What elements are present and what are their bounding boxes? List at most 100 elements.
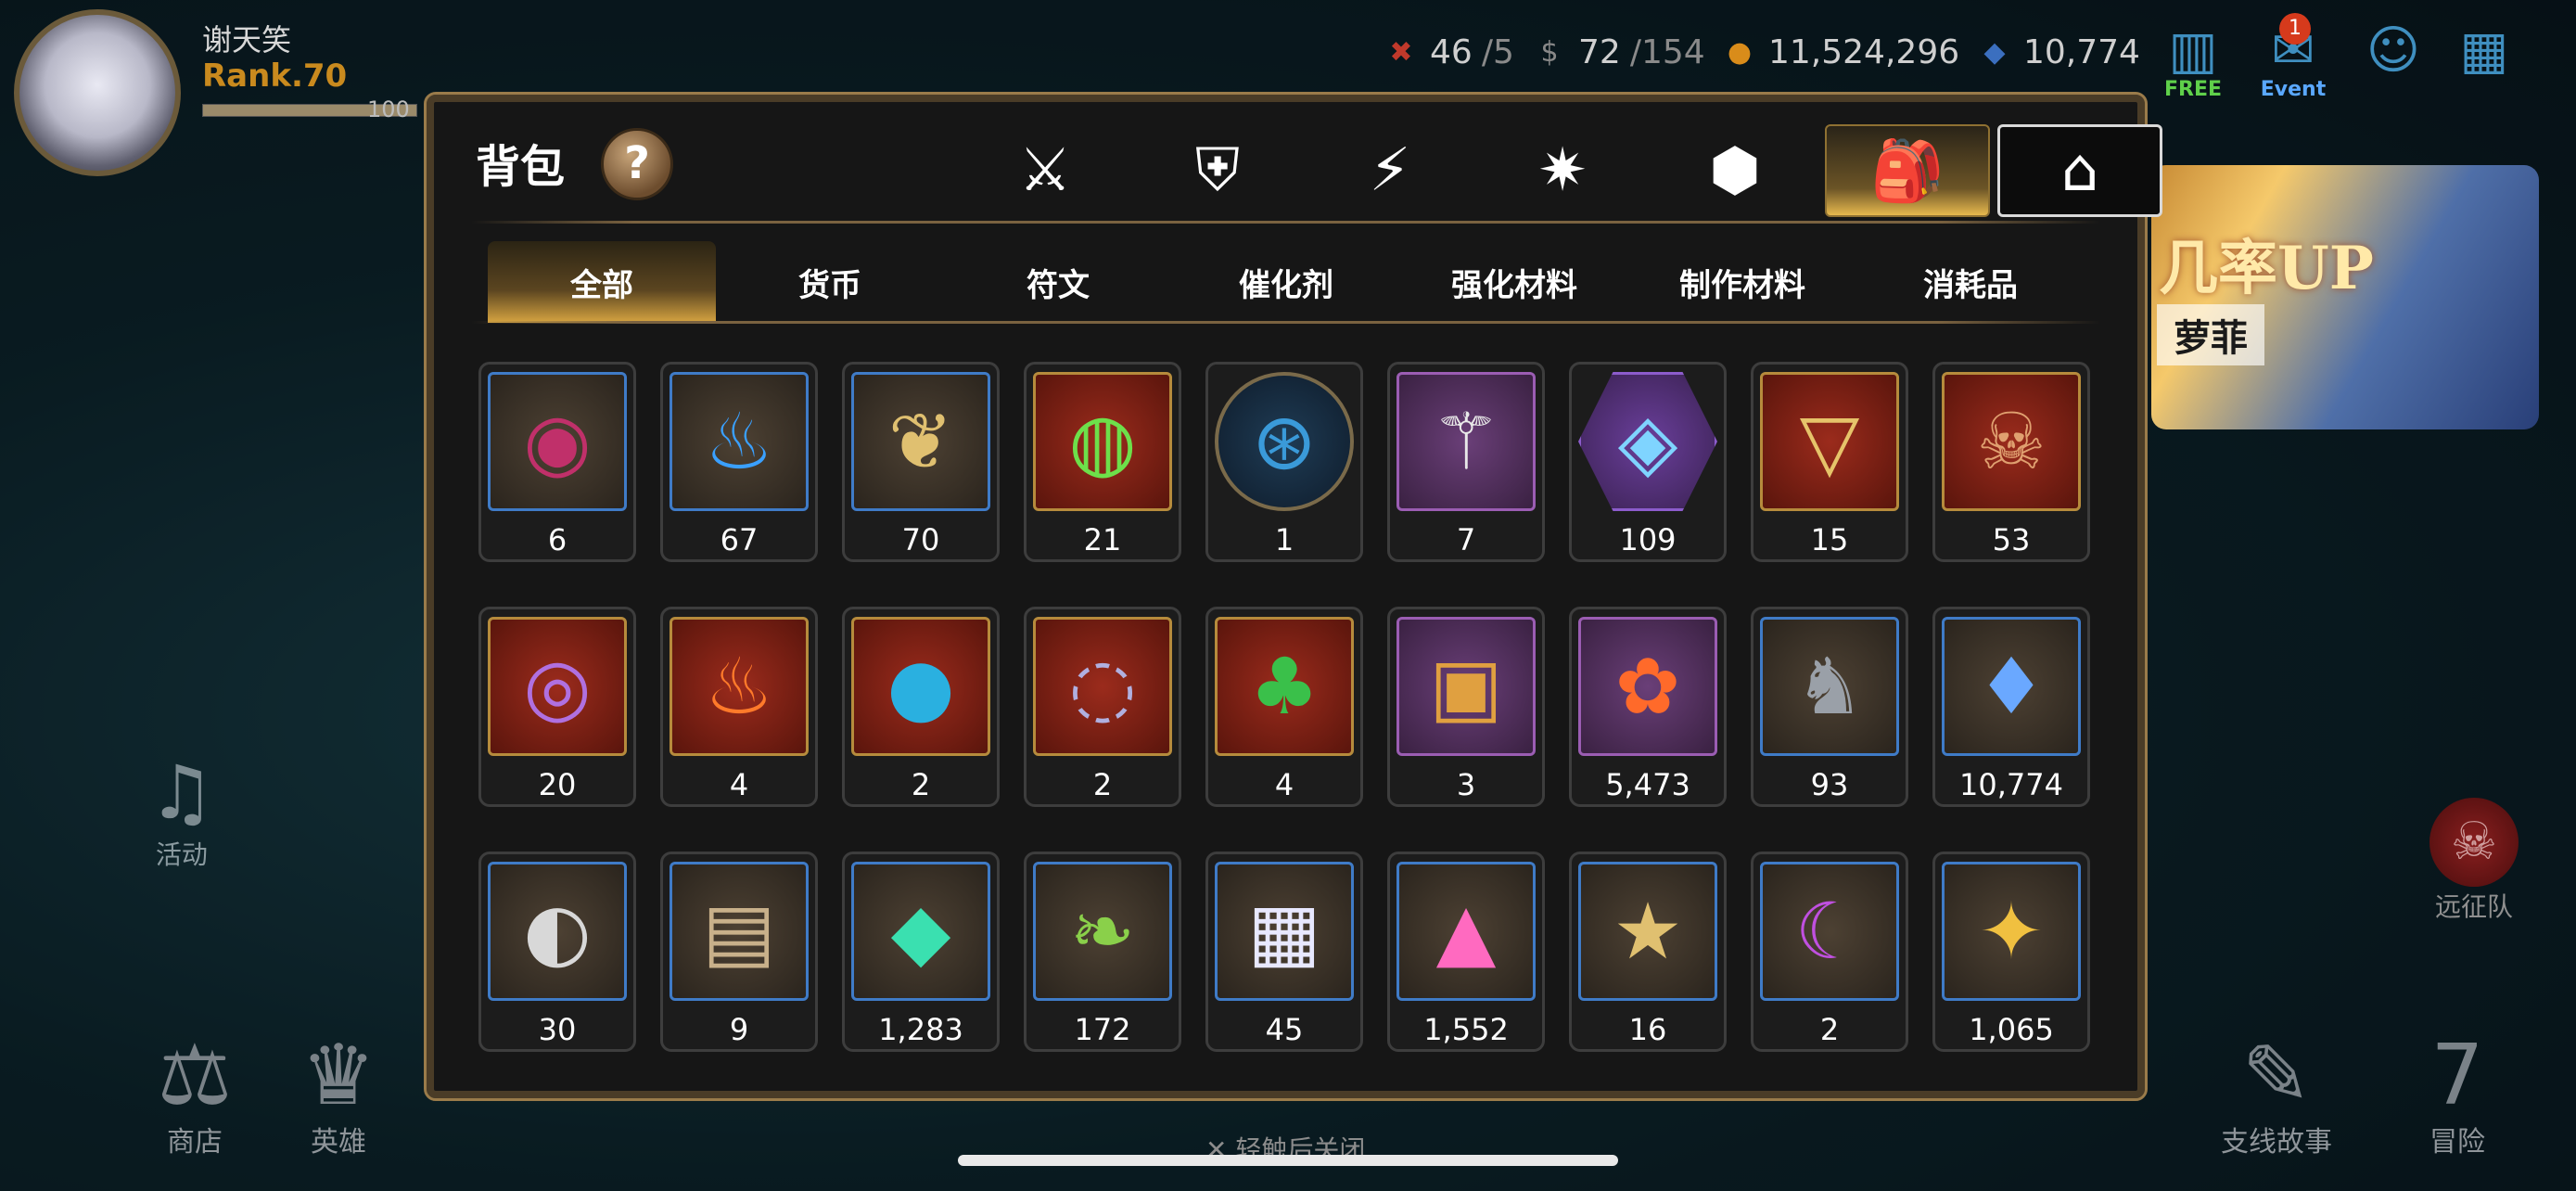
inventory-item[interactable]: ♨ 67 — [660, 362, 818, 562]
player-name: 谢天笑 — [202, 22, 292, 58]
moon-amulet-icon: ☾ — [1760, 862, 1899, 1001]
heroes-icon: ♛ — [300, 1027, 376, 1124]
inventory-item[interactable]: ◌ 2 — [1024, 607, 1181, 807]
nav-adventure[interactable]: 7 冒险 — [2392, 1030, 2522, 1159]
filter-tab[interactable]: 强化材料 — [1400, 241, 1628, 323]
inventory-item[interactable]: ❧ 172 — [1024, 852, 1181, 1052]
skull-icon: ☠ — [2429, 798, 2519, 887]
item-count: 2 — [1092, 767, 1113, 802]
inventory-item[interactable]: ▣ 3 — [1387, 607, 1545, 807]
player-rank: Rank.70 — [202, 58, 348, 95]
inventory-item[interactable]: ▤ 9 — [660, 852, 818, 1052]
resource-gold[interactable]: ● 11,524,296 — [1720, 32, 1959, 71]
item-count: 5,473 — [1605, 767, 1690, 802]
inventory-item[interactable]: ⚚ 7 — [1387, 362, 1545, 562]
inventory-item[interactable]: ♨ 4 — [660, 607, 818, 807]
item-count: 1,552 — [1423, 1012, 1509, 1047]
filter-tab[interactable]: 制作材料 — [1628, 241, 1856, 323]
tab-dice[interactable]: ⬢ — [1652, 124, 1817, 217]
menu-event-button[interactable]: ✉ Event 1 — [2251, 13, 2335, 107]
item-count: 2 — [1819, 1012, 1840, 1047]
menu-grid-button[interactable]: ▦ — [2442, 19, 2526, 107]
item-count: 1,283 — [878, 1012, 963, 1047]
inventory-item[interactable]: ◐ 30 — [478, 852, 636, 1052]
filter-tab[interactable]: 符文 — [944, 241, 1172, 323]
side-story-icon: ✎ — [2241, 1027, 2312, 1124]
water-amulet-icon: ● — [851, 617, 990, 756]
event-banner[interactable]: 几率UP 萝菲 — [2151, 165, 2539, 429]
herb-root-icon: ❦ — [851, 372, 990, 511]
green-potion-icon: ◍ — [1033, 372, 1172, 511]
shop-label: 商店 — [167, 1126, 223, 1159]
menu-chat-button[interactable]: ☺ — [2352, 19, 2435, 107]
inventory-item[interactable]: ☾ 2 — [1751, 852, 1908, 1052]
inventory-item[interactable]: ◈ 109 — [1569, 362, 1727, 562]
inventory-item[interactable]: ❦ 70 — [842, 362, 1000, 562]
inventory-item[interactable]: ♦ 10,774 — [1932, 607, 2090, 807]
event-label: Event — [2260, 78, 2327, 101]
menu-free-button[interactable]: ▥ FREE — [2151, 19, 2235, 107]
filter-tab[interactable]: 货币 — [716, 241, 944, 323]
inventory-item[interactable]: ♞ 93 — [1751, 607, 1908, 807]
tab-no-equipment[interactable]: ⛨ — [1135, 124, 1300, 217]
expedition-button[interactable]: ☠ 远征队 — [2429, 798, 2519, 924]
inventory-item[interactable]: ▦ 45 — [1205, 852, 1363, 1052]
resource-stamina[interactable]: ✖ 46/5 — [1382, 32, 1513, 71]
expedition-label: 远征队 — [2434, 891, 2513, 922]
tab-house[interactable]: ⌂ — [1997, 124, 2162, 217]
nav-heroes[interactable]: ♛ 英雄 — [274, 1030, 403, 1159]
inventory-item[interactable]: ✦ 1,065 — [1932, 852, 2090, 1052]
chat-icon: ☺ — [2366, 20, 2421, 81]
item-count: 21 — [1083, 522, 1122, 557]
beast-mask-icon: ☠ — [1942, 372, 2081, 511]
item-count: 30 — [538, 1012, 577, 1047]
pink-crystal-pile-icon: ▲ — [1396, 862, 1536, 1001]
resource-arena-tickets[interactable]: $72/154 — [1530, 32, 1704, 71]
tab-equipment[interactable]: ⚔ — [963, 124, 1128, 217]
inventory-item[interactable]: ▲ 1,552 — [1387, 852, 1545, 1052]
filter-tab[interactable]: 全部 — [488, 241, 716, 323]
xp-text: 100 — [367, 96, 410, 122]
rune-disk-icon: ⊛ — [1215, 372, 1354, 511]
side-story-label: 支线故事 — [2221, 1126, 2332, 1159]
red-eye-orb-icon: ◉ — [488, 372, 627, 511]
nav-shop[interactable]: ⚖ 商店 — [130, 1030, 260, 1159]
inventory-item[interactable]: ▽ 15 — [1751, 362, 1908, 562]
green-crystal-icon: ◆ — [851, 862, 990, 1001]
free-label: FREE — [2163, 78, 2223, 101]
window-title: 背包 — [476, 141, 566, 193]
inventory-item[interactable]: ◎ 20 — [478, 607, 636, 807]
player-avatar[interactable] — [14, 9, 181, 176]
inventory-item[interactable]: ⊛ 1 — [1205, 362, 1363, 562]
inventory-item[interactable]: ✿ 5,473 — [1569, 607, 1727, 807]
feather-wand-icon: ⚚ — [1396, 372, 1536, 511]
inventory-item[interactable]: ◉ 6 — [478, 362, 636, 562]
green-leaf-icon: ❧ — [1033, 862, 1172, 1001]
inventory-item[interactable]: ★ 16 — [1569, 852, 1727, 1052]
adventure-icon: 7 — [2430, 1027, 2484, 1124]
golden-eye-icon: ▽ — [1760, 372, 1899, 511]
knight-figure-icon: ♞ — [1760, 617, 1899, 756]
clover-amulet-icon: ♣ — [1215, 617, 1354, 756]
item-count: 109 — [1619, 522, 1677, 557]
filter-tab[interactable]: 催化剂 — [1172, 241, 1400, 323]
nav-side-story[interactable]: ✎ 支线故事 — [2212, 1030, 2341, 1159]
item-count: 10,774 — [1959, 767, 2063, 802]
grid-icon: ▦ — [2459, 20, 2509, 81]
inventory-item[interactable]: ◍ 21 — [1024, 362, 1181, 562]
inventory-item[interactable]: ☠ 53 — [1932, 362, 2090, 562]
tab-bag[interactable]: 🎒 — [1825, 124, 1990, 217]
open-book-icon: ▤ — [670, 862, 809, 1001]
tab-skill[interactable]: ⚡ — [1307, 124, 1473, 217]
inventory-item[interactable]: ● 2 — [842, 607, 1000, 807]
activity-button[interactable]: ♫ 活动 — [148, 751, 215, 872]
resource-crystals[interactable]: ◆ 10,774 — [1975, 32, 2140, 71]
inventory-item[interactable]: ◆ 1,283 — [842, 852, 1000, 1052]
notification-badge: 1 — [2279, 13, 2311, 45]
tab-effect[interactable]: ✷ — [1480, 124, 1645, 217]
spirit-gem-icon: ◈ — [1578, 372, 1717, 511]
help-button[interactable]: ? — [601, 128, 673, 200]
inventory-item[interactable]: ♣ 4 — [1205, 607, 1363, 807]
filter-tab[interactable]: 消耗品 — [1856, 241, 2085, 323]
dice-icon: ⬢ — [1709, 136, 1761, 205]
